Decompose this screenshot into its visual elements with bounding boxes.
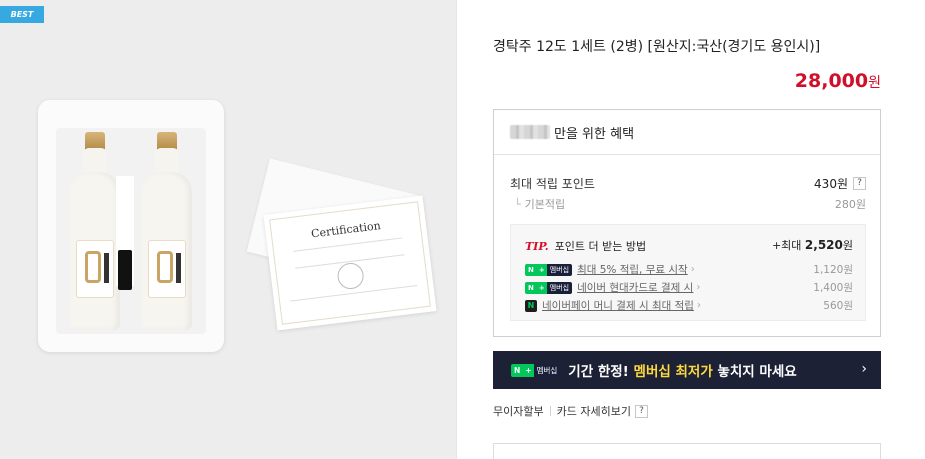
panel-divider — [456, 0, 457, 459]
chevron-right-icon: › — [690, 264, 695, 275]
base-points-row: └ 기본적립 280원 — [510, 196, 866, 212]
naver-membership-badge-icon: N + 멤버십 — [525, 281, 573, 294]
membership-banner[interactable]: N + 멤버십 기간 한정! 멤버십 최저가 놓치지 마세요 › — [493, 351, 881, 389]
base-points-label: 기본적립 — [524, 198, 566, 211]
bottle-sleeve-print — [118, 250, 132, 290]
tip-item-amount: 1,120원 — [813, 264, 853, 276]
help-icon[interactable]: ? — [634, 404, 648, 418]
banner-text: 기간 한정! 멤버십 최저가 놓치지 마세요 — [568, 364, 797, 380]
product-title: 경탁주 12도 1세트 (2병) [원산지:국산(경기도 용인시)] — [493, 39, 821, 55]
best-badge: BEST — [0, 6, 44, 23]
blurred-username — [510, 125, 550, 139]
tip-item-npay-money[interactable]: N 네이버페이 머니 결제 시 최대 적립 › 560원 — [525, 298, 853, 313]
tip-text: 포인트 더 받는 방법 — [554, 240, 647, 253]
certificate-seal-icon — [336, 261, 366, 291]
tip-item-link[interactable]: 최대 5% 적립, 무료 시작 — [577, 262, 688, 277]
card-detail-link[interactable]: 카드 자세히보기 — [557, 403, 631, 419]
tip-item-link[interactable]: 네이버페이 머니 결제 시 최대 적립 — [542, 298, 694, 313]
tip-item-link[interactable]: 네이버 현대카드로 결제 시 — [577, 280, 693, 295]
chevron-right-icon: › — [861, 361, 867, 377]
tip-label: TIP. — [525, 240, 549, 253]
banner-highlight: 멤버십 최저가 — [633, 364, 713, 380]
benefit-box: 만을 위한 혜택 최대 적립 포인트 430원 ? └ 기본적립 280원 TIP… — [493, 109, 881, 337]
tip-max-points: +최대 2,520원 — [771, 237, 853, 252]
certificate-card: Certification — [263, 195, 437, 331]
installment-link[interactable]: 무이자할부 — [493, 403, 544, 419]
tip-item-membership[interactable]: N + 멤버십 최대 5% 적립, 무료 시작 › 1,120원 — [525, 262, 853, 277]
tip-item-hyundai-card[interactable]: N + 멤버십 네이버 현대카드로 결제 시 › 1,400원 — [525, 280, 853, 295]
tip-item-amount: 1,400원 — [813, 282, 853, 294]
product-price: 28,000원 — [493, 70, 881, 92]
max-points-label: 최대 적립 포인트 — [510, 177, 595, 191]
elbow-icon: └ — [514, 198, 521, 211]
chevron-right-icon: › — [696, 282, 701, 293]
base-points-value: 280원 — [834, 198, 866, 211]
help-icon[interactable]: ? — [853, 177, 866, 190]
bottle-right — [142, 132, 192, 330]
price-unit: 원 — [868, 75, 881, 91]
tip-header: TIP. 포인트 더 받는 방법 +최대 2,520원 — [525, 235, 853, 254]
benefit-header-text: 만을 위한 혜택 — [554, 126, 635, 142]
bottle-left — [70, 132, 120, 330]
link-separator — [549, 406, 551, 416]
naver-membership-badge-icon: N + 멤버십 — [525, 263, 573, 276]
naver-pay-icon: N — [525, 299, 537, 312]
chevron-right-icon: › — [696, 300, 701, 311]
product-image[interactable]: BEST Certification — [0, 0, 456, 459]
benefit-header: 만을 위한 혜택 — [494, 110, 880, 155]
naver-membership-badge-icon: N + 멤버십 — [511, 363, 561, 377]
payment-links: 무이자할부 카드 자세히보기 ? — [493, 403, 648, 419]
tip-box: TIP. 포인트 더 받는 방법 +최대 2,520원 N + 멤버십 최대 5% 적… — [510, 224, 866, 321]
max-points-value: 430원 — [814, 177, 848, 191]
option-box — [493, 443, 881, 459]
max-points-row: 최대 적립 포인트 430원 ? — [510, 175, 866, 192]
tip-item-amount: 560원 — [823, 300, 853, 312]
price-value: 28,000 — [794, 70, 869, 92]
